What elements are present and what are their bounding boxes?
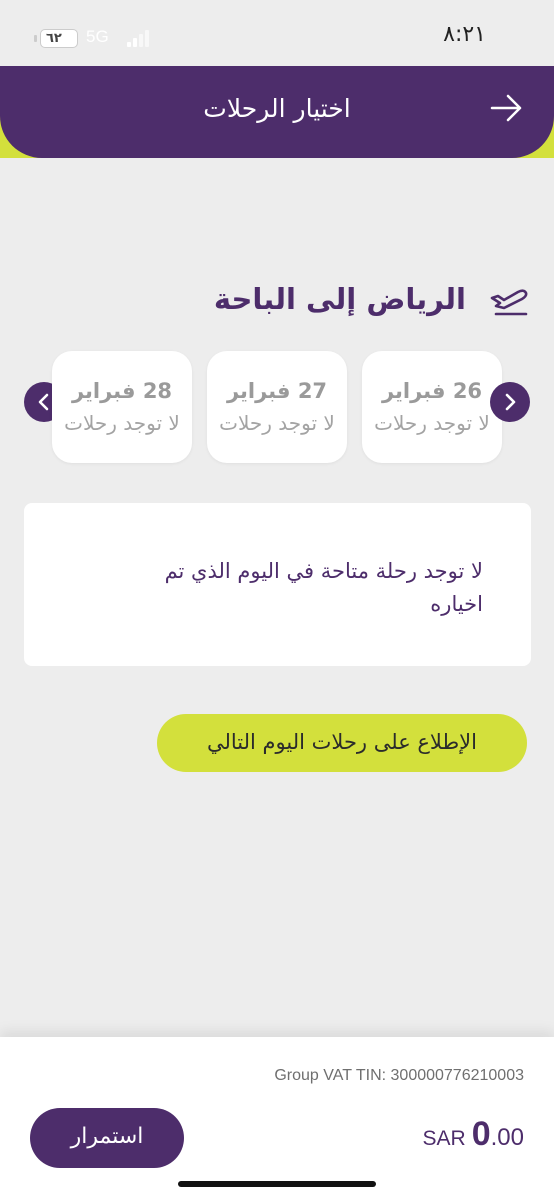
total-price: SAR 0.00	[423, 1115, 524, 1154]
status-bar: ٦٢ 5G ٨:٢١	[0, 0, 554, 66]
date-card-status: لا توجد رحلات	[219, 411, 335, 435]
price-decimal: .00	[490, 1124, 524, 1151]
header: اختيار الرحلات	[0, 66, 554, 158]
status-time: ٨:٢١	[443, 22, 486, 47]
home-indicator	[178, 1181, 376, 1187]
date-card-status: لا توجد رحلات	[64, 411, 180, 435]
network-type: 5G	[86, 27, 109, 46]
battery-cap	[34, 35, 37, 42]
next-day-button-label: الإطلاع على رحلات اليوم التالي	[207, 730, 477, 754]
no-flights-message: لا توجد رحلة متاحة في اليوم الذي تم اخيا…	[164, 559, 483, 616]
date-card-27[interactable]: 27 فبراير لا توجد رحلات	[207, 351, 347, 463]
vat-number: Group VAT TIN: 300000776210003	[274, 1067, 524, 1084]
battery-level: ٦٢	[46, 31, 62, 46]
date-card-28[interactable]: 28 فبراير لا توجد رحلات	[52, 351, 192, 463]
date-card-date: 28 فبراير	[71, 379, 173, 403]
continue-button-label: استمرار	[70, 1124, 144, 1149]
date-card-status: لا توجد رحلات	[374, 411, 490, 435]
back-button[interactable]	[486, 88, 526, 128]
footer: Group VAT TIN: 300000776210003 SAR 0.00 ا…	[0, 1037, 554, 1200]
continue-button[interactable]: استمرار	[30, 1108, 184, 1168]
view-next-day-flights-button[interactable]: الإطلاع على رحلات اليوم التالي	[157, 714, 527, 772]
date-card-26[interactable]: 26 فبراير لا توجد رحلات	[362, 351, 502, 463]
chevron-left-icon	[38, 393, 49, 411]
arrow-right-icon	[490, 94, 522, 122]
signal-icon	[127, 30, 151, 47]
no-flights-message-box: لا توجد رحلة متاحة في اليوم الذي تم اخيا…	[24, 503, 531, 666]
plane-departure-icon	[488, 284, 530, 318]
battery-icon: ٦٢	[40, 29, 78, 48]
price-currency: SAR	[422, 1127, 466, 1150]
next-dates-button[interactable]	[490, 382, 530, 422]
page-title: اختيار الرحلات	[203, 94, 351, 123]
chevron-right-icon	[505, 393, 516, 411]
route-title: الرياض إلى الباحة	[213, 282, 466, 316]
date-card-date: 27 فبراير	[226, 379, 328, 403]
price-integer: 0	[471, 1115, 491, 1153]
date-card-date: 26 فبراير	[381, 379, 483, 403]
